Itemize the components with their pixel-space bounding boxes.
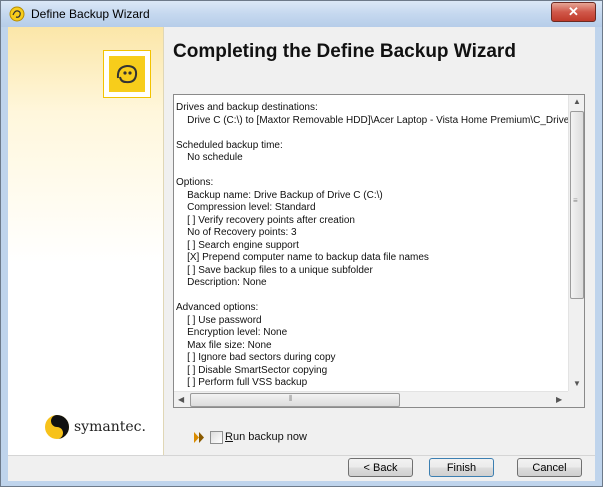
symantec-wordmark: symantec. xyxy=(74,419,146,435)
run-backup-label-rest: un backup now xyxy=(232,431,307,443)
scroll-down-icon[interactable]: ▼ xyxy=(573,379,581,388)
summary-line: [ ] Use password xyxy=(176,314,262,326)
summary-line: Drives and backup destinations: xyxy=(176,102,318,113)
page-title: Completing the Define Backup Wizard xyxy=(173,41,516,62)
summary-line xyxy=(176,290,569,303)
finish-button[interactable]: Finish xyxy=(429,458,494,477)
summary-line xyxy=(176,165,569,178)
symantec-brand: symantec. xyxy=(44,414,154,444)
wizard-client: symantec. Completing the Define Backup W… xyxy=(8,27,595,481)
summary-line: Description: None xyxy=(176,277,267,288)
symantec-ghost-icon xyxy=(9,6,25,22)
summary-line: [ ] Disable SmartSector copying xyxy=(176,364,328,376)
summary-line: Encryption level: None xyxy=(176,327,288,338)
summary-line: Options: xyxy=(176,177,214,188)
summary-box[interactable]: Drives and backup destinations: Drive C … xyxy=(173,94,585,408)
close-icon: ✕ xyxy=(568,4,579,19)
close-button[interactable]: ✕ xyxy=(551,2,596,22)
grip-icon: ≡ xyxy=(573,196,578,205)
back-button[interactable]: < Back xyxy=(348,458,413,477)
vertical-scrollbar[interactable]: ▲ ≡ ▼ xyxy=(568,95,584,391)
summary-line: Advanced options: xyxy=(176,302,259,313)
summary-line: Drive C (C:\) to [Maxtor Removable HDD]\… xyxy=(176,114,569,126)
scroll-up-icon[interactable]: ▲ xyxy=(573,97,581,106)
summary-line: No schedule xyxy=(176,152,243,163)
horizontal-scroll-thumb[interactable]: ⦀ xyxy=(190,393,400,407)
double-arrow-icon xyxy=(194,432,204,443)
run-backup-label[interactable]: Run backup now xyxy=(225,431,307,443)
cancel-button[interactable]: Cancel xyxy=(517,458,582,477)
button-bar: < Back Finish Cancel xyxy=(8,455,595,481)
scroll-left-icon[interactable]: ◀ xyxy=(178,395,184,404)
horizontal-scrollbar[interactable]: ◀ ⦀ ▶ xyxy=(174,391,568,407)
summary-line: Compression level: Standard xyxy=(176,202,316,213)
scroll-right-icon[interactable]: ▶ xyxy=(556,395,562,404)
summary-line: [ ] Verify recovery points after creatio… xyxy=(176,214,355,226)
window-title: Define Backup Wizard xyxy=(31,7,150,21)
wizard-sidebar: symantec. xyxy=(8,27,164,455)
scroll-corner xyxy=(568,391,584,407)
symantec-logo-icon xyxy=(45,415,69,439)
vertical-scroll-thumb[interactable]: ≡ xyxy=(570,111,584,299)
summary-text: Drives and backup destinations: Drive C … xyxy=(176,102,569,390)
ghost-logo-icon xyxy=(103,50,151,98)
grip-icon: ⦀ xyxy=(289,394,293,403)
run-backup-checkbox[interactable] xyxy=(210,431,223,444)
summary-line: [ ] Perform full VSS backup xyxy=(176,377,308,388)
summary-line: [X] Prepend computer name to backup data… xyxy=(176,252,429,263)
wizard-window: Define Backup Wizard ✕ symantec. Complet… xyxy=(0,0,603,487)
summary-line: Max file size: None xyxy=(176,339,272,351)
summary-line: Backup name: Drive Backup of Drive C (C:… xyxy=(176,189,383,201)
summary-line xyxy=(176,127,569,140)
summary-line: [ ] Search engine support xyxy=(176,239,299,251)
summary-line: Scheduled backup time: xyxy=(176,139,283,151)
title-bar[interactable]: Define Backup Wizard ✕ xyxy=(1,1,602,27)
summary-line: [ ] Save backup files to a unique subfol… xyxy=(176,264,373,276)
summary-line: [ ] Ignore bad sectors during copy xyxy=(176,352,336,363)
summary-line: No of Recovery points: 3 xyxy=(176,227,297,238)
